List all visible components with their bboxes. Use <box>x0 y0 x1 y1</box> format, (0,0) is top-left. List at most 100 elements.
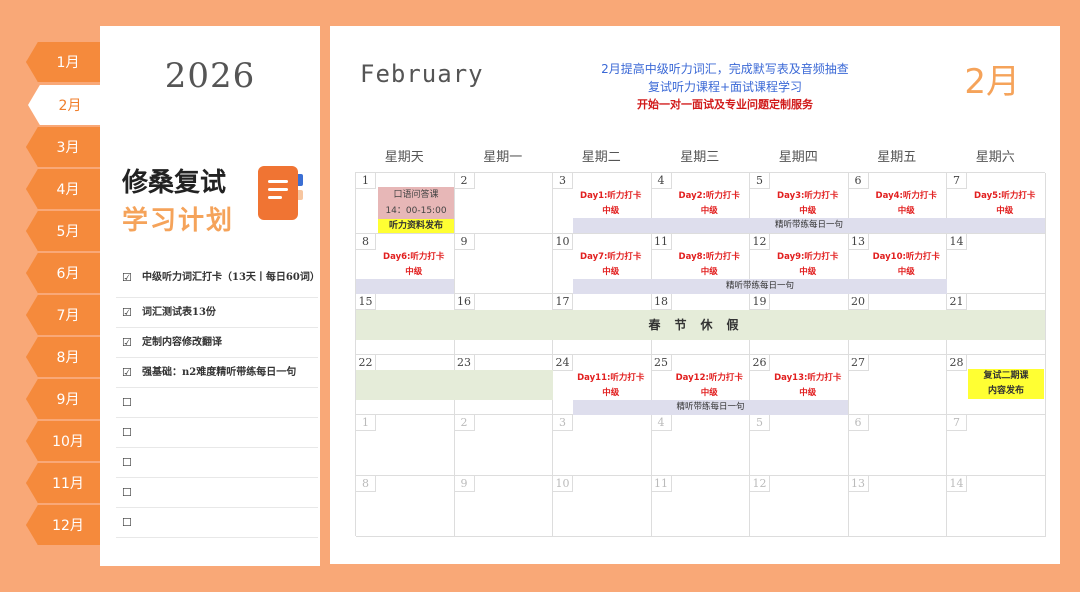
day-cell[interactable]: 2 <box>454 173 553 234</box>
listening-checkin-event[interactable]: Day8:听力打卡 中级 <box>672 250 748 280</box>
checkbox-checked-icon[interactable]: ☑ <box>116 306 142 319</box>
checkbox-checked-icon[interactable]: ☑ <box>116 336 142 349</box>
todo-item[interactable]: ☑ 定制内容修改翻译 <box>116 328 318 358</box>
checkbox-empty-icon[interactable]: ☐ <box>116 516 142 529</box>
tab-month-8[interactable]: 8月 <box>26 337 100 377</box>
listening-checkin-event[interactable]: Day1:听力打卡 中级 <box>573 189 649 219</box>
day-number: 7 <box>947 415 967 432</box>
tab-month-1[interactable]: 1月 <box>26 42 100 82</box>
weekday-header: 星期天 星期一 星期二 星期三 星期四 星期五 星期六 <box>355 144 1045 172</box>
checkbox-empty-icon[interactable]: ☐ <box>116 426 142 439</box>
day-number: 27 <box>848 354 869 371</box>
listening-checkin-event[interactable]: Day3:听力打卡 中级 <box>770 189 846 219</box>
todo-item[interactable]: ☑ 词汇测试表13份 <box>116 298 318 328</box>
day-cell[interactable]: 4 <box>651 415 750 476</box>
day-number: 4 <box>651 173 672 189</box>
tab-month-9[interactable]: 9月 <box>26 379 100 419</box>
tab-month-4[interactable]: 4月 <box>26 169 100 209</box>
day-cell[interactable]: 9 <box>454 476 553 537</box>
tab-month-11[interactable]: 11月 <box>26 463 100 503</box>
day-number: 9 <box>454 233 475 250</box>
day-number: 4 <box>651 415 672 432</box>
todo-item[interactable]: ☐ <box>116 448 318 478</box>
day-number: 7 <box>947 173 967 189</box>
todo-item[interactable]: ☐ <box>116 478 318 508</box>
month-name-en: February <box>360 60 484 88</box>
listening-checkin-event[interactable]: Day5:听力打卡 中级 <box>967 189 1043 219</box>
plan-title: 修桑复试 <box>122 168 227 198</box>
day-number: 1 <box>356 173 376 189</box>
todo-item[interactable]: ☑ 强基础：n2难度精听带练每日一句 <box>116 358 318 388</box>
listening-release-event[interactable]: 听力资料发布 <box>378 219 454 233</box>
month-goal-line2: 复试听力课程+面试课程学习 <box>647 80 803 94</box>
tab-month-10[interactable]: 10月 <box>26 421 100 461</box>
tab-month-6[interactable]: 6月 <box>26 253 100 293</box>
checkbox-checked-icon[interactable]: ☑ <box>116 366 142 379</box>
day-cell[interactable]: 9 <box>454 233 553 295</box>
day-cell[interactable]: 13 <box>848 476 947 537</box>
retest-course-event[interactable]: 复试二期课 内容发布 <box>968 369 1044 399</box>
plan-sidebar: 2026 修桑复试 学习计划 ☑ 中级听力词汇打卡（13天丨每日60词） ☑ 词汇测试… <box>100 26 320 566</box>
day-cell[interactable]: 7 <box>947 415 1046 476</box>
practice-band: 精听带练每日一句 <box>573 279 947 294</box>
listening-checkin-event[interactable]: Day6:听力打卡 中级 <box>376 250 452 280</box>
listening-checkin-event[interactable]: Day2:听力打卡 中级 <box>672 189 748 219</box>
listening-checkin-event[interactable]: Day7:听力打卡 中级 <box>573 250 649 280</box>
day-cell[interactable]: 27 <box>848 354 947 416</box>
todo-item[interactable]: ☑ 中级听力词汇打卡（13天丨每日60词） <box>116 258 320 298</box>
practice-band-start <box>356 279 454 294</box>
day-cell[interactable]: 11 <box>651 476 750 537</box>
day-number: 3 <box>553 173 573 189</box>
listening-checkin-event[interactable]: Day9:听力打卡 中级 <box>770 250 846 280</box>
oral-class-event[interactable]: 口语问答课 14：00-15:00 <box>378 187 454 219</box>
listening-checkin-event[interactable]: Day10:听力打卡 中级 <box>869 250 945 280</box>
day-cell[interactable]: 1 <box>356 415 455 476</box>
day-number: 6 <box>848 415 869 432</box>
weekday-label: 星期四 <box>778 150 818 165</box>
weekday-label: 星期三 <box>680 150 720 165</box>
checkbox-empty-icon[interactable]: ☐ <box>116 456 142 469</box>
day-cell[interactable]: 8 <box>356 476 455 537</box>
day-cell[interactable]: 6 <box>848 415 947 476</box>
weekday-label: 星期五 <box>877 150 917 165</box>
listening-checkin-event[interactable]: Day11:听力打卡 中级 <box>573 371 649 401</box>
day-number: 23 <box>454 354 475 371</box>
day-number: 3 <box>553 415 573 432</box>
todo-item[interactable]: ☐ <box>116 388 318 418</box>
tab-month-5[interactable]: 5月 <box>26 211 100 251</box>
tab-month-12[interactable]: 12月 <box>26 505 100 545</box>
todo-text: 词汇测试表13份 <box>142 307 216 318</box>
day-number: 11 <box>651 476 672 492</box>
listening-checkin-event[interactable]: Day13:听力打卡 中级 <box>770 371 846 401</box>
todo-item[interactable]: ☐ <box>116 508 318 538</box>
day-number: 18 <box>651 294 672 311</box>
day-cell[interactable]: 14 <box>947 476 1046 537</box>
month-name-cn: 2月 <box>964 62 1020 102</box>
day-number: 10 <box>553 233 573 250</box>
tab-month-2[interactable]: 2月 <box>28 85 102 125</box>
day-number: 11 <box>651 233 672 250</box>
day-cell[interactable]: 3 <box>553 415 652 476</box>
day-cell[interactable]: 10 <box>553 476 652 537</box>
listening-checkin-event[interactable]: Day4:听力打卡 中级 <box>869 189 945 219</box>
checkbox-empty-icon[interactable]: ☐ <box>116 486 142 499</box>
day-cell[interactable]: 5 <box>750 415 849 476</box>
day-cell[interactable]: 2 <box>454 415 553 476</box>
tab-month-3[interactable]: 3月 <box>26 127 100 167</box>
year-label: 2026 <box>164 56 256 96</box>
day-number: 9 <box>454 476 475 492</box>
plan-subtitle: 学习计划 <box>122 206 235 236</box>
listening-checkin-event[interactable]: Day12:听力打卡 中级 <box>672 371 748 401</box>
checkbox-checked-icon[interactable]: ☑ <box>116 271 142 284</box>
holiday-band-cont <box>356 370 553 400</box>
calendar-grid: 14 13 12 11 10 9 8 7 6 5 4 3 2 1 28 27 26 Day13:听力打卡 中级 25 D… <box>355 172 1046 537</box>
weekday-label: 星期六 <box>975 150 1015 165</box>
day-number: 6 <box>848 173 869 189</box>
notebook-icon <box>258 166 303 220</box>
day-number: 21 <box>947 294 967 311</box>
day-cell[interactable]: 12 <box>750 476 849 537</box>
tab-month-7[interactable]: 7月 <box>26 295 100 335</box>
checkbox-empty-icon[interactable]: ☐ <box>116 396 142 409</box>
day-cell[interactable]: 14 <box>947 233 1046 295</box>
todo-item[interactable]: ☐ <box>116 418 318 448</box>
